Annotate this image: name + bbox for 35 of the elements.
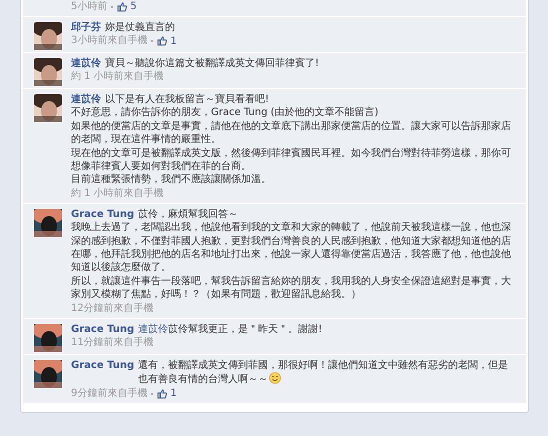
- comment-text: 所以，就讓這件事告一段落吧，幫我告訴留言給妳的朋友，我用我的人身安全保證這絕對是事實，大家別又模糊了焦點，好嗎！？（如果有問題，歡迎留訊息給我。）: [71, 274, 512, 302]
- comment-text: 還有，被翻譯成英文傳到菲國，那很好啊！讓他們知道文中雖然有惡劣的老闆，但是也有善良有情的台灣人啊～～: [138, 358, 510, 386]
- author-link[interactable]: Grace Tung: [71, 208, 134, 222]
- mention-link[interactable]: 連苡伶: [138, 322, 168, 336]
- comment-time: 9分鐘前來自手機: [71, 386, 148, 400]
- separator-dot: [151, 392, 154, 394]
- like-count[interactable]: 1: [157, 386, 177, 400]
- author-link[interactable]: Grace Tung: [71, 322, 134, 336]
- comment-text: 現在他的文章可是被翻譯成英文版，然後傳到菲律賓國民耳裡。如今我們台灣對待菲勞這樣，那你可想像菲律賓人要如何對我們在菲的台商。: [71, 146, 512, 174]
- comment-text: 寶貝～聽說你這篇文被翻譯成英文傳回菲律賓了!: [105, 57, 320, 70]
- separator-dot: [151, 40, 154, 42]
- author-link[interactable]: 連苡伶: [71, 93, 101, 106]
- comment-text: 不好意思，請你告訴你的朋友，Grace Tung (由於他的文章不能留言): [71, 106, 380, 120]
- comment-time: 12分鐘前來自手機: [71, 302, 154, 316]
- comment-time: 11分鐘前來自手機: [71, 336, 154, 350]
- comment-time: 5小時前: [71, 0, 108, 14]
- author-link[interactable]: 連苡伶: [71, 57, 101, 70]
- comment-text: 我晚上去過了，老闆認出我，他說他看到我的文章和大家的轉載了，他說前天被我這樣一說，他也深深的感到抱歉，不僅對菲國人抱歉，更對我們台灣善良的人民感到抱歉，他知道大家都想知道他的店在哪，他拜託我別把他的店名和地址打出來，他說一家人還得靠便當店過活，我答應了他，他也說他知道以後該怎麼做了。: [71, 221, 512, 275]
- thumbs-up-icon: [117, 2, 128, 12]
- comment-text: 如果他的便當店的文章是事實，請他在他的文章底下講出那家便當店的位置。讓大家可以告訴那家店的老闆，現在這件事情的嚴重性。: [71, 120, 512, 147]
- comment-time: 約 1 小時前來自手機: [71, 70, 164, 84]
- like-count[interactable]: 1: [157, 34, 177, 48]
- comment-text: 目前這種緊張情勢，我們不應該讓關係加溫。: [71, 173, 272, 187]
- comment-text: 苡伶幫我更正，是＂昨天＂。謝謝!: [168, 322, 324, 336]
- thumbs-up-icon: [157, 36, 168, 46]
- separator-dot: [111, 6, 114, 8]
- like-count[interactable]: 5: [117, 0, 137, 14]
- author-link[interactable]: 邱子芬: [71, 21, 101, 34]
- comment-text: 苡伶，麻煩幫我回答～: [138, 208, 240, 222]
- author-link[interactable]: Grace Tung: [71, 358, 134, 372]
- comment-time: 3小時前來自手機: [71, 34, 148, 48]
- comment-text: 妳是仗義直言的: [105, 21, 176, 34]
- comment-time: 約 1 小時前來自手機: [71, 186, 164, 201]
- thumbs-up-icon: [157, 388, 168, 398]
- comment-text: 以下是有人在我板留言～寶貝看看吧!: [105, 93, 270, 106]
